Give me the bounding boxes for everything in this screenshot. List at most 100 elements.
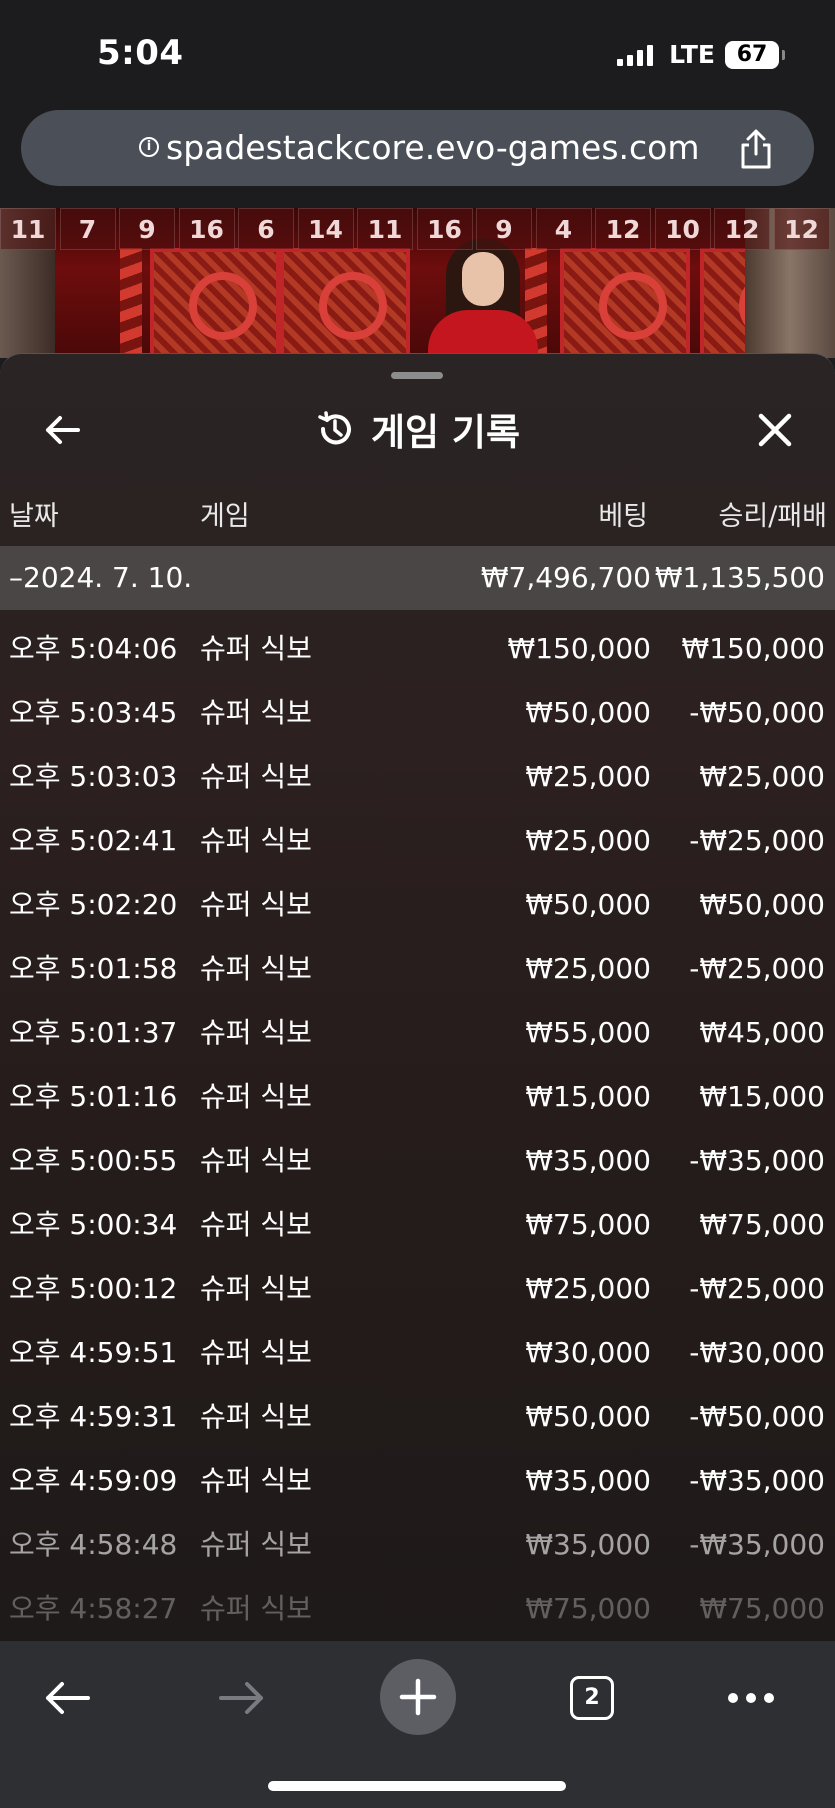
more-button[interactable] bbox=[716, 1663, 786, 1733]
row-result: -₩25,000 bbox=[689, 1272, 825, 1305]
row-bet: ₩50,000 bbox=[525, 888, 651, 921]
panel-header: 게임 기록 bbox=[0, 394, 835, 464]
row-time: 오후 4:59:31 bbox=[9, 1400, 178, 1433]
row-time: 오후 5:03:03 bbox=[9, 760, 178, 793]
history-row[interactable]: 오후 5:00:34 슈퍼 식보 ₩75,000 ₩75,000 bbox=[0, 1193, 835, 1257]
share-icon[interactable] bbox=[736, 128, 776, 170]
recent-results: 11 7 9 16 6 14 11 16 9 4 12 10 12 12 bbox=[0, 208, 835, 252]
history-row[interactable]: 오후 5:01:58 슈퍼 식보 ₩25,000 -₩25,000 bbox=[0, 937, 835, 1001]
col-header-win-loss: 승리/패배 bbox=[718, 501, 827, 532]
url-bar[interactable]: i spadestackcore.evo-games.com bbox=[21, 110, 814, 186]
row-result: ₩15,000 bbox=[699, 1080, 825, 1113]
history-clock-icon bbox=[318, 411, 351, 445]
row-time: 오후 5:01:58 bbox=[9, 952, 178, 985]
panel-title-group: 게임 기록 bbox=[0, 402, 835, 456]
row-bet: ₩50,000 bbox=[525, 696, 651, 729]
row-time: 오후 4:59:51 bbox=[9, 1336, 178, 1369]
row-result: -₩25,000 bbox=[689, 824, 825, 857]
history-row[interactable]: 오후 5:03:45 슈퍼 식보 ₩50,000 -₩50,000 bbox=[0, 681, 835, 745]
result-tile: 9 bbox=[119, 208, 175, 250]
history-rows: 오후 5:04:06 슈퍼 식보 ₩150,000 ₩150,000 오후 5:03:4… bbox=[0, 617, 835, 1641]
decor-pillar bbox=[120, 248, 142, 358]
close-button[interactable] bbox=[753, 408, 797, 452]
row-bet: ₩25,000 bbox=[525, 760, 651, 793]
row-bet: ₩15,000 bbox=[525, 1080, 651, 1113]
column-headers: 날짜 게임 베팅 승리/패배 bbox=[0, 494, 835, 534]
history-row[interactable]: 오후 5:01:16 슈퍼 식보 ₩15,000 ₩15,000 bbox=[0, 1065, 835, 1129]
row-time: 오후 4:59:09 bbox=[9, 1464, 178, 1497]
panel-title: 게임 기록 bbox=[370, 411, 521, 454]
history-row[interactable]: 오후 4:58:48 슈퍼 식보 ₩35,000 -₩35,000 bbox=[0, 1513, 835, 1577]
history-row[interactable]: 오후 4:59:31 슈퍼 식보 ₩50,000 -₩50,000 bbox=[0, 1385, 835, 1449]
plus-icon bbox=[399, 1678, 437, 1716]
row-time: 오후 5:00:55 bbox=[9, 1144, 178, 1177]
browser-back-button[interactable] bbox=[32, 1663, 102, 1733]
browser-toolbar: 2 bbox=[0, 1641, 835, 1808]
status-bar: 5:04 LTE 67 bbox=[0, 0, 835, 100]
decor-panel bbox=[560, 248, 690, 358]
row-bet: ₩25,000 bbox=[525, 824, 651, 857]
tabs-button[interactable]: 2 bbox=[557, 1663, 627, 1733]
row-time: 오후 5:00:12 bbox=[9, 1272, 178, 1305]
col-header-game: 게임 bbox=[200, 501, 250, 532]
app-root: 5:04 LTE 67 i spadestackcore.evo-games.c… bbox=[0, 0, 835, 1808]
result-tile: 4 bbox=[535, 208, 592, 250]
date-group-row[interactable]: –2024. 7. 10. ₩7,496,700 ₩1,135,500 bbox=[0, 546, 835, 610]
row-game: 슈퍼 식보 bbox=[200, 1016, 312, 1049]
row-game: 슈퍼 식보 bbox=[200, 1592, 312, 1625]
row-game: 슈퍼 식보 bbox=[200, 1272, 312, 1305]
history-row[interactable]: 오후 4:58:27 슈퍼 식보 ₩75,000 ₩75,000 bbox=[0, 1577, 835, 1641]
date-group-label: –2024. 7. 10. bbox=[9, 561, 193, 594]
row-bet: ₩75,000 bbox=[525, 1592, 651, 1625]
row-result: -₩30,000 bbox=[689, 1336, 825, 1369]
history-row[interactable]: 오후 5:00:55 슈퍼 식보 ₩35,000 -₩35,000 bbox=[0, 1129, 835, 1193]
row-result: -₩25,000 bbox=[689, 952, 825, 985]
result-tile: 11 bbox=[357, 208, 413, 250]
history-row[interactable]: 오후 5:02:41 슈퍼 식보 ₩25,000 -₩25,000 bbox=[0, 809, 835, 873]
row-game: 슈퍼 식보 bbox=[200, 1528, 312, 1561]
new-tab-button[interactable] bbox=[380, 1659, 456, 1735]
history-row[interactable]: 오후 5:01:37 슈퍼 식보 ₩55,000 ₩45,000 bbox=[0, 1001, 835, 1065]
sheet-grabber[interactable] bbox=[391, 372, 443, 379]
history-row[interactable]: 오후 5:03:03 슈퍼 식보 ₩25,000 ₩25,000 bbox=[0, 745, 835, 809]
history-row[interactable]: 오후 4:59:09 슈퍼 식보 ₩35,000 -₩35,000 bbox=[0, 1449, 835, 1513]
row-game: 슈퍼 식보 bbox=[200, 824, 312, 857]
history-row[interactable]: 오후 4:59:51 슈퍼 식보 ₩30,000 -₩30,000 bbox=[0, 1321, 835, 1385]
date-group-total-win-loss: ₩1,135,500 bbox=[654, 561, 825, 594]
row-result: ₩50,000 bbox=[699, 888, 825, 921]
forward-arrow-icon bbox=[219, 1682, 263, 1714]
row-game: 슈퍼 식보 bbox=[200, 1080, 312, 1113]
result-tile: 10 bbox=[654, 208, 711, 250]
row-game: 슈퍼 식보 bbox=[200, 1400, 312, 1433]
game-history-panel: 게임 기록 날짜 게임 베팅 승리/패배 –2024. 7. 10. ₩7,49… bbox=[0, 353, 835, 1642]
col-header-bet: 베팅 bbox=[598, 501, 648, 532]
row-result: ₩75,000 bbox=[699, 1592, 825, 1625]
row-time: 오후 5:02:41 bbox=[9, 824, 178, 857]
result-tile: 12 bbox=[714, 208, 770, 250]
home-indicator bbox=[268, 1781, 566, 1791]
info-icon[interactable]: i bbox=[139, 137, 159, 157]
row-time: 오후 5:01:16 bbox=[9, 1080, 178, 1113]
url-text[interactable]: spadestackcore.evo-games.com bbox=[166, 128, 700, 167]
row-result: -₩35,000 bbox=[689, 1528, 825, 1561]
row-time: 오후 5:03:45 bbox=[9, 696, 178, 729]
row-result: ₩45,000 bbox=[699, 1016, 825, 1049]
history-row[interactable]: 오후 5:04:06 슈퍼 식보 ₩150,000 ₩150,000 bbox=[0, 617, 835, 681]
more-icon bbox=[728, 1693, 774, 1703]
result-tile: 6 bbox=[238, 208, 294, 250]
row-game: 슈퍼 식보 bbox=[200, 952, 312, 985]
result-tile: 12 bbox=[773, 208, 830, 250]
row-result: -₩50,000 bbox=[689, 696, 825, 729]
history-row[interactable]: 오후 5:02:20 슈퍼 식보 ₩50,000 ₩50,000 bbox=[0, 873, 835, 937]
row-game: 슈퍼 식보 bbox=[200, 1144, 312, 1177]
decor-panel bbox=[280, 248, 410, 358]
game-video: 11 7 9 16 6 14 11 16 9 4 12 10 12 12 bbox=[0, 208, 835, 358]
decor-panel bbox=[150, 248, 280, 358]
history-row[interactable]: 오후 5:00:12 슈퍼 식보 ₩25,000 -₩25,000 bbox=[0, 1257, 835, 1321]
row-bet: ₩30,000 bbox=[525, 1336, 651, 1369]
tabs-icon: 2 bbox=[570, 1676, 614, 1720]
row-time: 오후 4:58:48 bbox=[9, 1528, 178, 1561]
row-bet: ₩35,000 bbox=[525, 1144, 651, 1177]
row-result: ₩75,000 bbox=[699, 1208, 825, 1241]
browser-forward-button[interactable] bbox=[207, 1663, 277, 1733]
